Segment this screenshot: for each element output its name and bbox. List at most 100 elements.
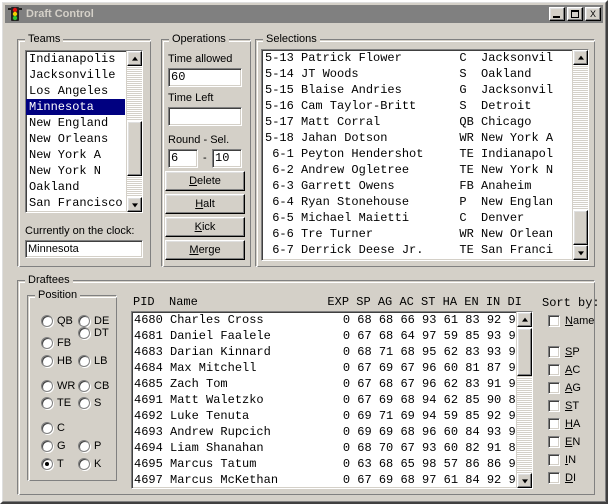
- round-value: 6: [171, 151, 179, 165]
- selections-listbox[interactable]: 5-13 Patrick Flower C Jacksonvil 5-14 JT …: [261, 49, 589, 261]
- selections-scrollbar[interactable]: [572, 50, 588, 260]
- selection-list-item[interactable]: 6-1 Peyton Hendershot TE Indianapol: [262, 146, 571, 162]
- selection-list-item[interactable]: 5-13 Patrick Flower C Jacksonvil: [262, 50, 571, 66]
- team-list-item[interactable]: Oakland: [26, 179, 125, 195]
- team-list-item[interactable]: Jacksonville: [26, 67, 125, 83]
- team-list-item[interactable]: San Francisco: [26, 195, 125, 211]
- selections-scroll-thumb[interactable]: [573, 210, 588, 245]
- minimize-button[interactable]: [549, 7, 565, 21]
- position-radio-cb[interactable]: CB: [78, 380, 109, 392]
- selection-list-item[interactable]: 6-3 Garrett Owens FB Anaheim: [262, 178, 571, 194]
- position-radio-lb[interactable]: LB: [78, 355, 107, 367]
- position-radio-label: CB: [94, 380, 110, 392]
- position-radio-hb[interactable]: HB: [41, 355, 72, 367]
- draftee-table-row[interactable]: 4694 Liam Shanahan 0 68 70 67 93 60 82 9…: [132, 440, 523, 456]
- draftees-scroll-up-button[interactable]: [517, 312, 532, 327]
- clock-field[interactable]: Minnesota: [25, 240, 143, 258]
- selection-list-item[interactable]: 5-14 JT Woods S Oakland: [262, 66, 571, 82]
- team-list-item[interactable]: Indianapolis: [26, 51, 125, 67]
- selection-list-item[interactable]: 5-15 Blaise Andries G Jacksonvil: [262, 82, 571, 98]
- position-radio-dt[interactable]: DT: [78, 327, 109, 339]
- time-allowed-field[interactable]: 60: [168, 68, 242, 87]
- teams-listbox[interactable]: Indianapolis Jacksonville Los Angeles Minne…: [25, 50, 143, 213]
- draftees-table-header: PID Name EXP SP AG AC ST HA EN IN DI: [133, 295, 522, 309]
- draftee-table-row[interactable]: 4695 Marcus Tatum 0 63 68 65 98 57 86 86…: [132, 456, 523, 472]
- position-radio-g[interactable]: G: [41, 440, 66, 452]
- close-button[interactable]: X: [585, 7, 601, 21]
- draftee-table-row[interactable]: 4693 Andrew Rupcich 0 69 69 68 96 60 84 …: [132, 424, 523, 440]
- team-list-item[interactable]: New York N: [26, 163, 125, 179]
- position-radio-label: TE: [57, 397, 72, 409]
- draftee-table-row[interactable]: 4684 Max Mitchell 0 67 69 67 96 60 81 87…: [132, 360, 523, 376]
- draftees-table[interactable]: 4680 Charles Cross 0 68 68 66 93 61 83 9…: [131, 311, 533, 489]
- sort-checkbox-sp[interactable]: SP: [548, 346, 580, 358]
- draftee-table-row[interactable]: 4697 Marcus McKethan 0 67 69 68 97 61 84…: [132, 472, 523, 488]
- position-radio-qb[interactable]: QB: [41, 315, 73, 327]
- position-radio-t[interactable]: T: [41, 458, 64, 470]
- team-list-item[interactable]: New Orleans: [26, 131, 125, 147]
- position-radio-c[interactable]: C: [41, 422, 65, 434]
- draftee-table-row[interactable]: 4683 Darian Kinnard 0 68 71 68 95 62 83 …: [132, 344, 523, 360]
- position-radio-p[interactable]: P: [78, 440, 101, 452]
- selection-list-item[interactable]: 6-4 Ryan Stonehouse P New Englan: [262, 194, 571, 210]
- sort-checkbox-st[interactable]: ST: [548, 400, 579, 412]
- draftee-table-row[interactable]: 4680 Charles Cross 0 68 68 66 93 61 83 9…: [132, 312, 523, 328]
- maximize-button[interactable]: [567, 7, 583, 21]
- sort-checkbox-name[interactable]: Name: [548, 315, 594, 327]
- delete-button[interactable]: Delete: [165, 171, 245, 191]
- position-radio-wr[interactable]: WR: [41, 380, 75, 392]
- selection-list-item[interactable]: 5-17 Matt Corral QB Chicago: [262, 114, 571, 130]
- round-field[interactable]: 6: [168, 149, 198, 168]
- position-radio-de[interactable]: DE: [78, 315, 109, 327]
- sort-checkbox-ac[interactable]: AC: [548, 364, 580, 376]
- team-list-item[interactable]: Seattle: [26, 211, 125, 212]
- traffic-light-icon: [7, 6, 23, 22]
- teams-scroll-up-button[interactable]: [127, 51, 142, 66]
- teams-scroll-down-button[interactable]: [127, 197, 142, 212]
- radio-indicator-icon: [78, 380, 90, 392]
- selection-list-item[interactable]: 5-16 Cam Taylor-Britt S Detroit: [262, 98, 571, 114]
- sort-checkbox-ag[interactable]: AG: [548, 382, 581, 394]
- draftee-table-row[interactable]: 4692 Luke Tenuta 0 69 71 69 94 59 85 92 …: [132, 408, 523, 424]
- teams-scrollbar[interactable]: [126, 51, 142, 212]
- selection-list-item[interactable]: 5-18 Jahan Dotson WR New York A: [262, 130, 571, 146]
- selection-list-item[interactable]: 6-6 Tre Turner WR New Orlean: [262, 226, 571, 242]
- teams-scroll-thumb[interactable]: [127, 121, 142, 176]
- team-list-item[interactable]: Minnesota: [26, 99, 125, 115]
- selection-list-item[interactable]: 6-7 Derrick Deese Jr. TE San Franci: [262, 242, 571, 258]
- sort-checkbox-in[interactable]: IN: [548, 454, 576, 466]
- sort-checkbox-di[interactable]: DI: [548, 472, 576, 484]
- time-left-field[interactable]: [168, 107, 242, 126]
- selection-list-item[interactable]: 6-2 Andrew Ogletree TE New York N: [262, 162, 571, 178]
- halt-button[interactable]: Halt: [165, 194, 245, 214]
- checkbox-indicator-icon: [548, 436, 560, 448]
- merge-button[interactable]: Merge: [165, 240, 245, 260]
- selection-list-item[interactable]: 6-8 Jake Camarda P Denver: [262, 258, 571, 260]
- draftees-scrollbar[interactable]: [516, 312, 532, 488]
- sort-checkbox-en[interactable]: EN: [548, 436, 580, 448]
- draftees-scroll-thumb[interactable]: [517, 328, 532, 376]
- position-radio-te[interactable]: TE: [41, 397, 71, 409]
- checkbox-indicator-icon: [548, 472, 560, 484]
- selections-scroll-down-button[interactable]: [573, 245, 588, 260]
- selection-list-item[interactable]: 6-5 Michael Maietti C Denver: [262, 210, 571, 226]
- selections-scroll-up-button[interactable]: [573, 50, 588, 65]
- title-bar: Draft Control X: [5, 5, 603, 23]
- draftee-table-row[interactable]: 4685 Zach Tom 0 67 68 67 96 62 83 91 92: [132, 376, 523, 392]
- draftee-table-row[interactable]: 4681 Daniel Faalele 0 67 68 64 97 59 85 …: [132, 328, 523, 344]
- draftee-table-row[interactable]: 4698 Zachary Thomas 0 68 71 69 94 62 81 …: [132, 488, 515, 489]
- draftee-table-row[interactable]: 4691 Matt Waletzko 0 67 69 68 94 62 85 9…: [132, 392, 523, 408]
- team-list-item[interactable]: Los Angeles: [26, 83, 125, 99]
- team-list-item[interactable]: New England: [26, 115, 125, 131]
- position-radio-s[interactable]: S: [78, 397, 101, 409]
- sort-checkbox-ha[interactable]: HA: [548, 418, 580, 430]
- team-list-item[interactable]: New York A: [26, 147, 125, 163]
- kick-button[interactable]: Kick: [165, 217, 245, 237]
- time-allowed-value: 60: [171, 70, 186, 84]
- position-radio-fb[interactable]: FB: [41, 337, 71, 349]
- position-radio-k[interactable]: K: [78, 458, 101, 470]
- sel-field[interactable]: 10: [212, 149, 242, 168]
- round-sel-label: Round - Sel.: [168, 134, 230, 146]
- draftees-scroll-down-button[interactable]: [517, 473, 532, 488]
- selections-group-title: Selections: [263, 33, 320, 45]
